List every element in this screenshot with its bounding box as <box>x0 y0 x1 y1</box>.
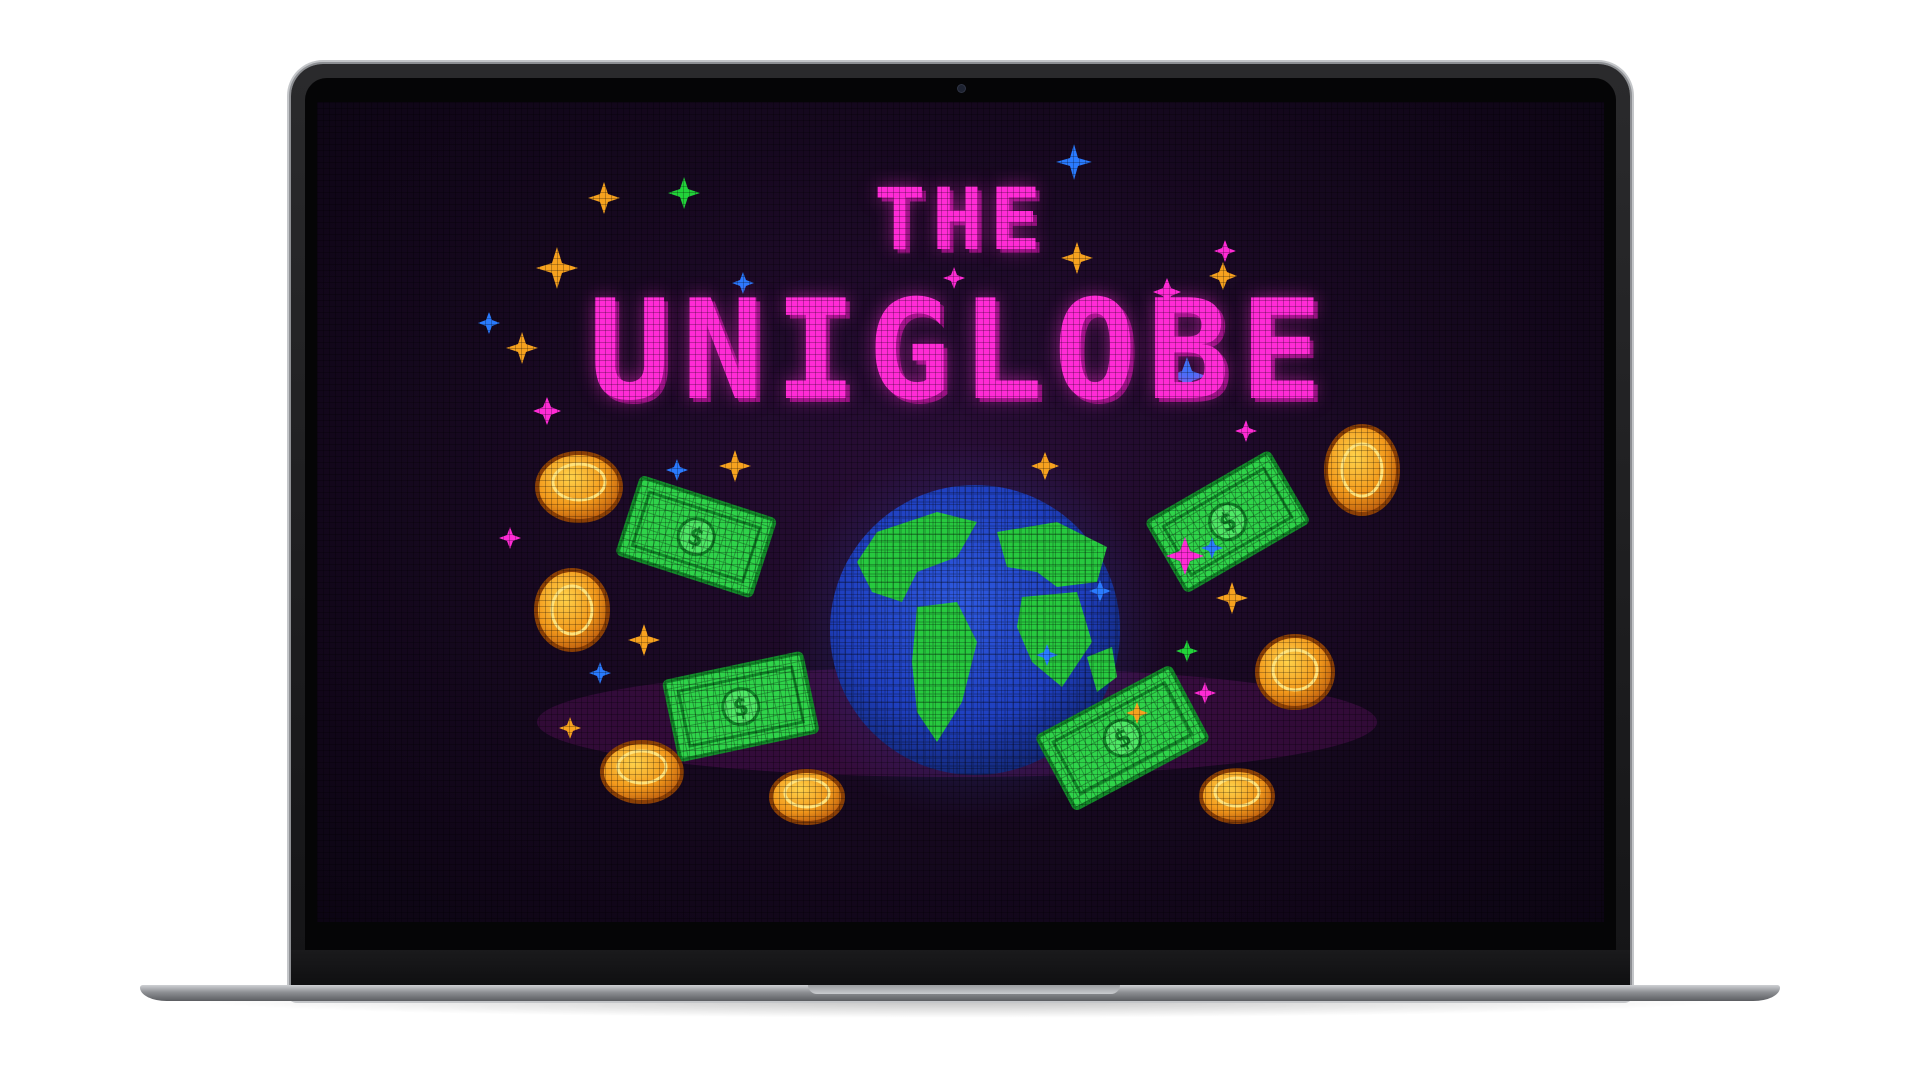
title-line-uniglobe: UNIGLOBE <box>588 270 1333 431</box>
coin-icon <box>600 740 684 804</box>
title-line-the: THE <box>873 170 1048 270</box>
webcam-icon <box>957 85 965 92</box>
laptop-hinge-notch <box>808 985 1120 994</box>
coin-icon <box>1324 424 1400 516</box>
dollar-bill-icon: $ <box>1146 451 1309 592</box>
dollar-bill-icon: $ <box>616 476 777 598</box>
laptop-screen: $ $ $ $ <box>317 102 1604 922</box>
coin-icon <box>535 451 623 523</box>
coin-icon <box>769 769 845 825</box>
coin-icon <box>534 568 610 652</box>
laptop-shadow <box>180 1000 1740 1018</box>
coin-icon <box>1199 768 1275 824</box>
laptop-chin <box>291 950 1630 986</box>
coin-icon <box>1255 634 1335 710</box>
